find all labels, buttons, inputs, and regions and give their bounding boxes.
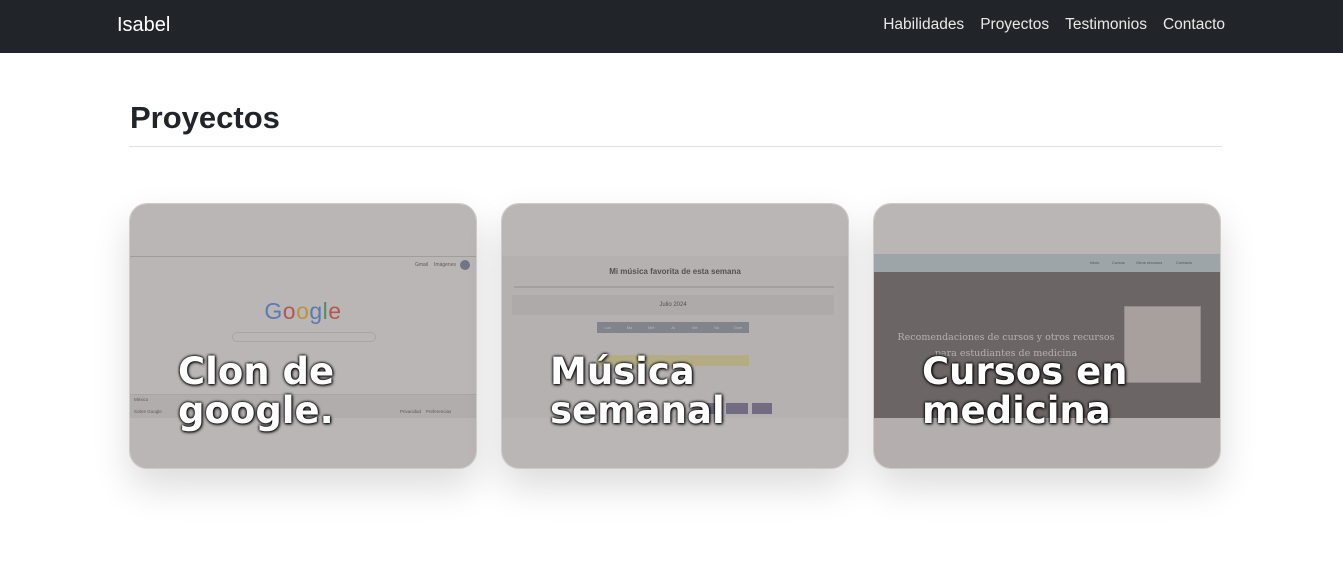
card-title: Cursos en medicina [922, 350, 1128, 432]
project-card-musica-semanal[interactable]: Mi música favorita de esta semana Julio … [501, 203, 849, 469]
nav-link-contacto[interactable]: Contacto [1163, 16, 1225, 34]
brand-link[interactable]: Isabel [117, 14, 170, 37]
nav-link-testimonios[interactable]: Testimonios [1065, 16, 1147, 34]
navbar: Isabel Habilidades Proyectos Testimonios… [0, 0, 1343, 53]
project-card-google-clone[interactable]: Gmail Imágenes Google México Sobre Googl… [129, 203, 477, 469]
section-title: Proyectos [130, 100, 280, 135]
section-divider [129, 146, 1222, 147]
nav-link-proyectos[interactable]: Proyectos [980, 16, 1049, 34]
project-card-cursos-medicina[interactable]: Inicio Cursos Otros recursos Contacto Re… [873, 203, 1221, 469]
card-title: Clon de google. [178, 350, 335, 432]
nav-links: Habilidades Proyectos Testimonios Contac… [883, 16, 1225, 34]
nav-link-habilidades[interactable]: Habilidades [883, 16, 964, 34]
card-title: Música semanal [550, 350, 725, 432]
